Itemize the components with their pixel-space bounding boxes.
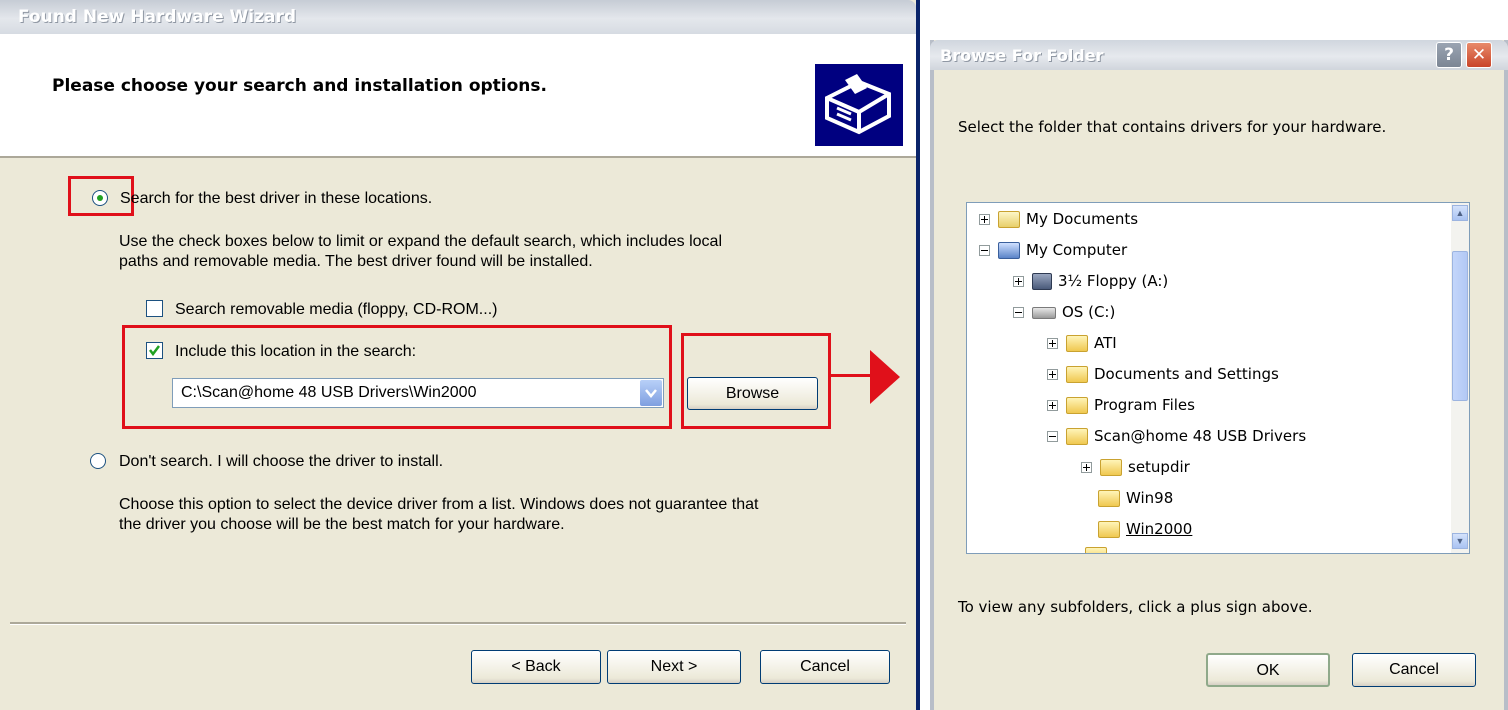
collapse-minus-icon[interactable]: [979, 245, 990, 256]
search-best-driver-radio[interactable]: [92, 190, 108, 206]
tree-item-floppy[interactable]: 3½ Floppy (A:): [1013, 270, 1168, 292]
include-location-label[interactable]: Include this location in the search:: [175, 342, 416, 361]
folder-icon: [1066, 335, 1088, 352]
wizard-title: Found New Hardware Wizard: [18, 7, 297, 27]
close-button[interactable]: ✕: [1466, 42, 1492, 68]
tree-item-label: Win98: [1126, 489, 1174, 507]
tree-item-scan-at-home-drivers[interactable]: Scan@home 48 USB Drivers: [1047, 425, 1306, 447]
search-removable-media-label[interactable]: Search removable media (floppy, CD-ROM..…: [175, 300, 497, 319]
tree-item-label: OS (C:): [1062, 303, 1116, 321]
ok-button[interactable]: OK: [1206, 653, 1330, 687]
annotation-arrow-line: [828, 374, 874, 377]
dont-search-label[interactable]: Don't search. I will choose the driver t…: [119, 452, 443, 471]
scroll-up-arrow-icon[interactable]: ▲: [1452, 205, 1468, 221]
browse-dialog-title: Browse For Folder: [940, 46, 1104, 65]
tree-item-setupdir[interactable]: setupdir: [1081, 456, 1190, 478]
tree-item-my-computer[interactable]: My Computer: [979, 239, 1127, 261]
wizard-heading: Please choose your search and installati…: [52, 76, 547, 96]
documents-folder-icon: [998, 211, 1020, 228]
search-option-description-line1: Use the check boxes below to limit or ex…: [119, 233, 722, 250]
tree-item-win98[interactable]: Win98: [1098, 487, 1173, 509]
location-combobox[interactable]: C:\Scan@home 48 USB Drivers\Win2000: [172, 378, 664, 408]
expand-plus-icon[interactable]: [1081, 462, 1092, 473]
folder-icon: [1100, 459, 1122, 476]
search-option-description-line2: paths and removable media. The best driv…: [119, 253, 593, 270]
floppy-drive-icon: [1032, 273, 1052, 290]
folder-icon: [1066, 397, 1088, 414]
radio-selected-dot: [97, 195, 103, 201]
expand-plus-icon[interactable]: [1047, 400, 1058, 411]
scroll-down-arrow-icon[interactable]: ▼: [1452, 533, 1468, 549]
chevron-down-icon: [645, 389, 657, 398]
expand-plus-icon[interactable]: [1013, 276, 1024, 287]
dont-search-description-line2: the driver you choose will be the best m…: [119, 516, 565, 533]
tree-item-ati[interactable]: ATI: [1047, 332, 1117, 354]
folder-icon: [1085, 547, 1107, 553]
annotation-arrow-head: [870, 350, 900, 404]
wizard-cancel-button[interactable]: Cancel: [760, 650, 890, 684]
tree-item-label: Program Files: [1094, 396, 1195, 414]
tree-item-os-c[interactable]: OS (C:): [1013, 301, 1115, 323]
tree-item-program-files[interactable]: Program Files: [1047, 394, 1195, 416]
wizard-title-bar[interactable]: Found New Hardware Wizard: [0, 0, 916, 34]
browse-cancel-button[interactable]: Cancel: [1352, 653, 1476, 687]
tree-item-label: My Computer: [1026, 241, 1128, 259]
tree-item-label: Win2000: [1126, 520, 1193, 538]
tree-item-label: My Documents: [1026, 210, 1139, 228]
search-removable-media-checkbox[interactable]: [146, 300, 163, 317]
checkmark-icon: [149, 345, 160, 357]
include-location-highlight: [122, 325, 672, 429]
search-best-driver-label[interactable]: Search for the best driver in these loca…: [120, 189, 432, 208]
expand-plus-icon[interactable]: [979, 214, 990, 225]
tree-item-label: setupdir: [1128, 458, 1190, 476]
folder-icon: [1066, 428, 1088, 445]
folder-icon: [1098, 490, 1120, 507]
collapse-minus-icon[interactable]: [1047, 431, 1058, 442]
wizard-header: Please choose your search and installati…: [0, 34, 916, 158]
hard-drive-icon: [1032, 306, 1056, 319]
dont-search-radio[interactable]: [90, 453, 106, 469]
expand-plus-icon[interactable]: [1047, 369, 1058, 380]
browse-button[interactable]: Browse: [687, 377, 818, 410]
tree-vertical-scrollbar[interactable]: ▲ ▼: [1451, 203, 1469, 553]
computer-icon: [998, 242, 1020, 259]
tree-item-my-documents[interactable]: My Documents: [979, 208, 1138, 230]
tree-item-partially-visible[interactable]: [1081, 544, 1113, 553]
tree-item-win2000-selected[interactable]: Win2000: [1098, 518, 1192, 540]
found-new-hardware-wizard-window: Found New Hardware Wizard Please choose …: [0, 0, 920, 710]
dont-search-description-line1: Choose this option to select the device …: [119, 496, 759, 513]
folder-icon: [1066, 366, 1088, 383]
open-folder-icon: [1098, 521, 1120, 538]
location-value: C:\Scan@home 48 USB Drivers\Win2000: [181, 384, 477, 401]
browse-title-bar[interactable]: Browse For Folder ? ✕: [930, 40, 1508, 70]
folder-tree[interactable]: My Documents My Computer 3½ Floppy (A:) …: [966, 202, 1470, 554]
wizard-footer-separator: [10, 622, 906, 625]
hardware-icon: [815, 64, 903, 146]
browse-instruction: Select the folder that contains drivers …: [958, 118, 1387, 136]
tree-item-documents-and-settings[interactable]: Documents and Settings: [1047, 363, 1279, 385]
tree-item-label: Documents and Settings: [1094, 365, 1279, 383]
expand-plus-icon[interactable]: [1047, 338, 1058, 349]
tree-item-label: ATI: [1094, 334, 1117, 352]
tree-item-label: Scan@home 48 USB Drivers: [1094, 427, 1307, 445]
scroll-thumb[interactable]: [1452, 251, 1468, 401]
back-button[interactable]: < Back: [471, 650, 601, 684]
include-location-checkbox[interactable]: [146, 342, 163, 359]
browse-for-folder-dialog: Browse For Folder ? ✕ Select the folder …: [930, 40, 1508, 710]
help-button[interactable]: ?: [1436, 42, 1462, 68]
tree-item-label: 3½ Floppy (A:): [1058, 272, 1169, 290]
next-button[interactable]: Next >: [607, 650, 741, 684]
browse-hint: To view any subfolders, click a plus sig…: [958, 598, 1313, 616]
collapse-minus-icon[interactable]: [1013, 307, 1024, 318]
combo-dropdown-button[interactable]: [640, 380, 662, 406]
